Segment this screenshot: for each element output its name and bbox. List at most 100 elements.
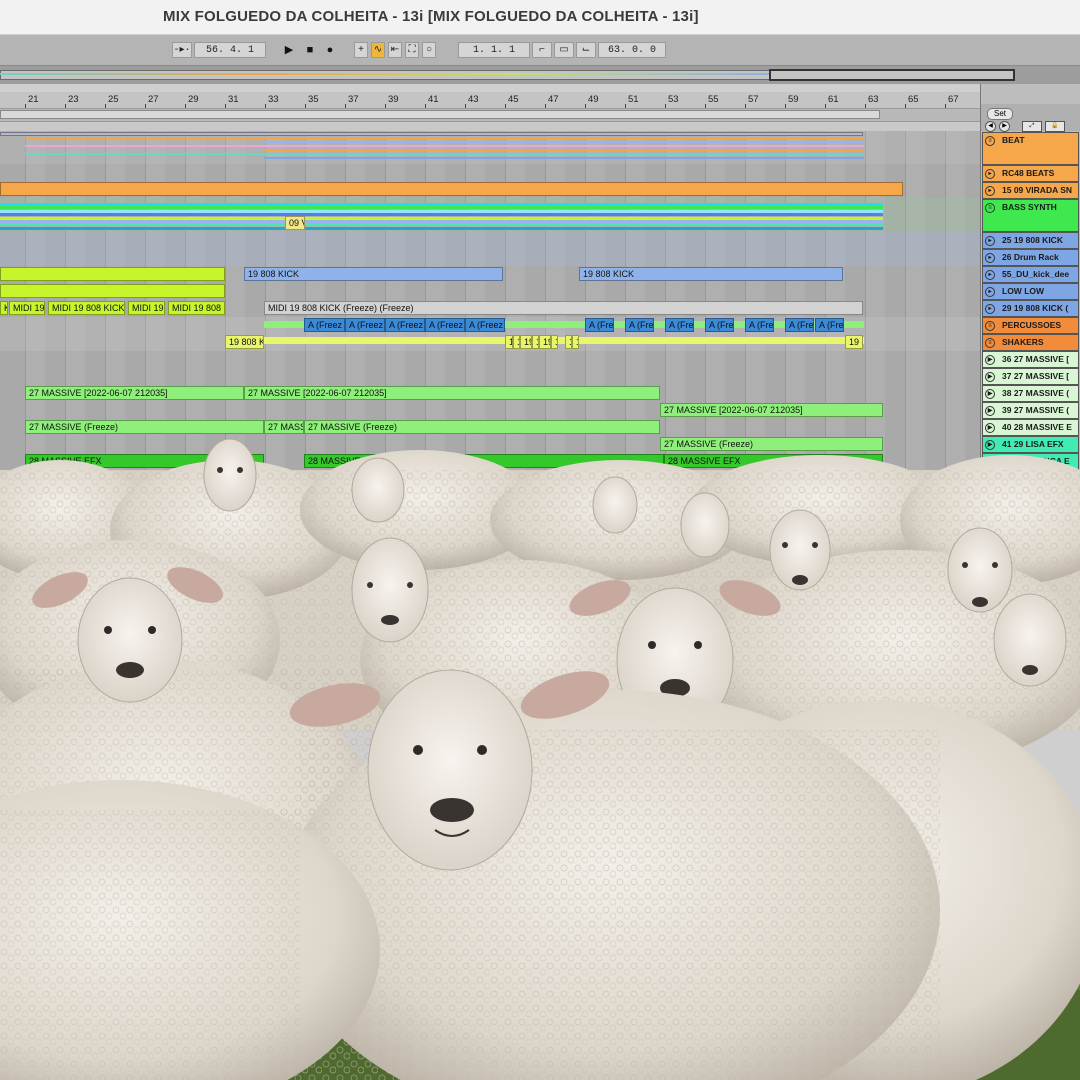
right-arrow-icon[interactable]: ▶ — [999, 121, 1010, 132]
left-arrow-icon[interactable]: ◀ — [985, 121, 996, 132]
arrangement-clip[interactable]: 19 808 K — [225, 335, 264, 349]
arrangement-clip[interactable]: 19 808 KICK — [579, 267, 843, 281]
arrangement-clip[interactable]: MIDI 19 — [128, 301, 165, 315]
lock-icon[interactable]: 🔒 — [1045, 121, 1065, 132]
arrangement-clip[interactable]: K — [0, 301, 8, 315]
arrangement-clip[interactable]: A (Freez — [304, 318, 345, 332]
track-header[interactable]: ▸ 25 19 808 KICK — [982, 232, 1079, 249]
group-icon[interactable]: ≡ — [985, 136, 995, 146]
arrangement-clip[interactable]: 19 — [520, 335, 532, 349]
arrangement-clip[interactable] — [0, 267, 225, 281]
ruler-bar-number: 33 — [268, 94, 279, 105]
back-to-arrangement-icon[interactable]: ⇤ — [388, 42, 402, 58]
track-header[interactable]: ▸ 26 Drum Rack — [982, 249, 1079, 266]
track-header[interactable]: ▸ 29 19 808 KICK ( — [982, 300, 1079, 317]
play-icon[interactable]: ▶ — [282, 42, 296, 58]
arrangement-clip[interactable]: A (Fre — [585, 318, 614, 332]
set-button[interactable]: Set — [987, 108, 1013, 120]
arrangement-clip[interactable]: A (Freez — [425, 318, 465, 332]
arrangement-clip[interactable]: A (Fre — [785, 318, 814, 332]
fold-icon[interactable]: ▸ — [985, 253, 995, 263]
arrangement-clip[interactable]: 27 MASSIVE [2022-06-07 212035] — [660, 403, 883, 417]
track-header[interactable]: ▸ RC48 BEATS — [982, 165, 1079, 182]
stop-icon[interactable]: ■ — [303, 42, 317, 58]
play-icon[interactable]: ▶ — [985, 355, 995, 365]
track-header[interactable]: ≡ SHAKERS — [982, 334, 1079, 351]
arrangement-clip[interactable]: MIDI 19 808 KICK (Freeze) (Freeze) — [264, 301, 863, 315]
track-header[interactable]: ≡ BEAT — [982, 132, 1079, 165]
play-icon[interactable]: ▶ — [985, 389, 995, 399]
arrangement-overview[interactable] — [0, 66, 1080, 84]
record-icon[interactable]: ● — [323, 42, 337, 58]
song-position-field[interactable]: 56. 4. 1 — [194, 42, 266, 58]
play-icon[interactable]: ▶ — [985, 372, 995, 382]
arrangement-clip[interactable]: A (Freez — [465, 318, 505, 332]
arrangement-clip[interactable]: A (Fre — [745, 318, 774, 332]
draw-mode-icon[interactable]: ∿ — [371, 42, 385, 58]
track-header[interactable]: ≡ PERCUSSOES — [982, 317, 1079, 334]
loop-start-field[interactable]: 1. 1. 1 — [458, 42, 530, 58]
arrangement-clip[interactable]: 1 — [505, 335, 513, 349]
group-icon[interactable]: ≡ — [985, 321, 995, 331]
add-icon[interactable]: + — [354, 42, 368, 58]
arrangement-clip[interactable]: 1 — [532, 335, 539, 349]
track-header[interactable]: ▸ 15 09 VIRADA SN — [982, 182, 1079, 199]
fold-icon[interactable]: ▸ — [985, 186, 995, 196]
fold-icon[interactable]: ▸ — [985, 304, 995, 314]
arrangement-clip[interactable]: MIDI 19 808 K — [168, 301, 225, 315]
track-header[interactable]: ≡ BASS SYNTH — [982, 199, 1079, 232]
arrangement-clip[interactable]: A (Fre — [625, 318, 654, 332]
fold-icon[interactable]: ▸ — [985, 287, 995, 297]
arrangement-clip[interactable] — [0, 284, 225, 298]
loop-length-field[interactable]: 63. 0. 0 — [598, 42, 666, 58]
arrangement-clip[interactable]: 19 — [539, 335, 551, 349]
scrub-area[interactable] — [0, 121, 980, 131]
loop-bar[interactable] — [0, 109, 980, 131]
arrangement-clip[interactable]: MIDI 19 — [9, 301, 45, 315]
beat-time-ruler[interactable]: 21 23 25 27 29 31 33 35 37 39 41 43 45 47 49 51 53 55 57 59… — [0, 92, 980, 109]
loop-icon[interactable]: ▭ — [554, 42, 574, 58]
punch-in-icon[interactable]: ⌐ — [532, 42, 552, 58]
ruler-bar-number: 43 — [468, 94, 479, 105]
arrangement-clip[interactable] — [0, 182, 903, 196]
arrangement-clip[interactable]: A (Fre — [665, 318, 694, 332]
punch-out-icon[interactable]: ⌙ — [576, 42, 596, 58]
track-header[interactable]: ▸ LOW LOW — [982, 283, 1079, 300]
play-icon[interactable]: ▶ — [985, 406, 995, 416]
punch-icon[interactable]: ⛶ — [405, 42, 419, 58]
arrangement-clip[interactable]: MIDI 19 808 KICK — [48, 301, 125, 315]
ruler-bar-number: 31 — [228, 94, 239, 105]
overview-viewport[interactable] — [769, 69, 1015, 81]
arrangement-clip[interactable]: 27 MASSIVE [2022-06-07 212035] — [25, 386, 244, 400]
arrangement-clip[interactable] — [0, 132, 863, 136]
arrangement-clip[interactable]: 1 — [565, 335, 572, 349]
arrangement-clip[interactable]: 1 — [551, 335, 558, 349]
arrangement-clip[interactable]: A (Freez — [345, 318, 385, 332]
track-name: LOW LOW — [1002, 286, 1045, 296]
arrangement-clip[interactable]: A (Freez — [385, 318, 425, 332]
track-header[interactable]: ▶ 38 27 MASSIVE ( — [982, 385, 1079, 402]
fold-icon[interactable]: ▸ — [985, 270, 995, 280]
fold-icon[interactable]: ▸ — [985, 169, 995, 179]
expand-icon[interactable]: ⤢ — [1022, 121, 1042, 132]
arrangement-clip[interactable]: A (Fre — [705, 318, 734, 332]
arrangement-clip[interactable]: 27 MASSIVE [2022-06-07 212035] — [244, 386, 660, 400]
loop-switch-icon[interactable]: ○ — [422, 42, 436, 58]
ruler-tick — [25, 104, 26, 108]
arrangement-clip[interactable]: 09 V — [285, 216, 305, 230]
track-header[interactable]: ▶ 36 27 MASSIVE [ — [982, 351, 1079, 368]
arrangement-clip[interactable]: 19 8 — [845, 335, 863, 349]
arrangement-clip[interactable]: 1 — [513, 335, 520, 349]
group-icon[interactable]: ≡ — [985, 203, 995, 213]
group-icon[interactable]: ≡ — [985, 338, 995, 348]
arrangement-clip[interactable]: A (Fre — [815, 318, 844, 332]
fold-icon[interactable]: ▸ — [985, 236, 995, 246]
arrangement-clip[interactable]: 19 808 KICK — [244, 267, 503, 281]
ruler-tick — [625, 104, 626, 108]
track-header[interactable]: ▶ 37 27 MASSIVE [ — [982, 368, 1079, 385]
arrangement-clip[interactable]: 1 — [572, 335, 579, 349]
follow-button[interactable]: -▸· — [172, 42, 192, 58]
track-header[interactable]: ▸ 55_DU_kick_dee — [982, 266, 1079, 283]
loop-brace[interactable] — [0, 110, 880, 119]
track-header[interactable]: ▶ 39 27 MASSIVE ( — [982, 402, 1079, 419]
